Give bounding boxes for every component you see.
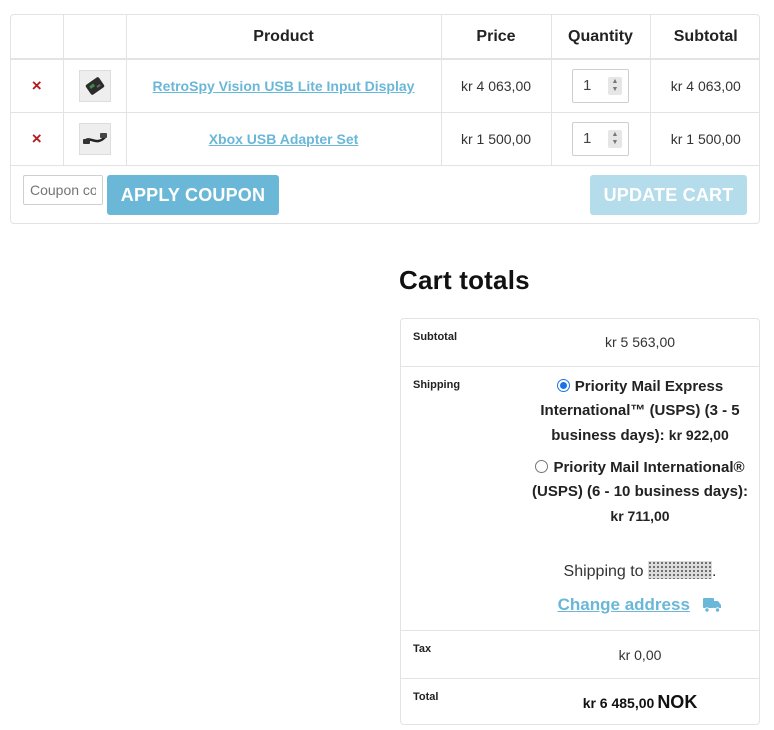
update-cart-button[interactable]: UPDATE CART xyxy=(590,175,747,215)
subtotal-label: Subtotal xyxy=(413,331,457,343)
col-header-quantity: Quantity xyxy=(551,15,651,60)
cart-totals-table: Subtotal kr 5 563,00 Shipping Priority M… xyxy=(400,318,760,725)
product-link[interactable]: RetroSpy Vision USB Lite Input Display xyxy=(153,78,415,94)
quantity-value: 1 xyxy=(583,77,592,95)
change-address-link[interactable]: Change address xyxy=(558,595,690,614)
tax-row: Tax kr 0,00 xyxy=(401,631,759,679)
shipping-destination: Shipping to . xyxy=(531,561,749,581)
thumbnail-cell xyxy=(63,112,127,166)
total-value-container: kr 6 485,00 NOK xyxy=(521,692,759,713)
cart-item-row: × RetroSpy Vision USB Lite Input Display… xyxy=(11,59,759,113)
product-name-cell: Xbox USB Adapter Set xyxy=(126,112,442,166)
item-subtotal: kr 1 500,00 xyxy=(650,112,759,166)
cart-header-row: Product Price Quantity Subtotal xyxy=(11,15,759,60)
shipping-radio-express[interactable] xyxy=(556,379,570,392)
total-currency: NOK xyxy=(657,692,698,712)
remove-item-button[interactable]: × xyxy=(32,76,42,96)
product-thumbnail[interactable] xyxy=(78,69,111,102)
quantity-stepper[interactable]: 1 ▲ ▼ xyxy=(572,121,629,156)
product-name-cell: RetroSpy Vision USB Lite Input Display xyxy=(126,59,442,113)
tax-label: Tax xyxy=(413,643,432,655)
col-header-subtotal: Subtotal xyxy=(650,15,759,60)
spinner-arrows-icon[interactable]: ▲ ▼ xyxy=(608,129,622,148)
shipping-option-priority-price: kr 711,00 xyxy=(610,508,670,524)
product-thumbnail[interactable] xyxy=(78,122,111,155)
quantity-cell: 1 ▲ ▼ xyxy=(551,112,651,166)
apply-coupon-button[interactable]: APPLY COUPON xyxy=(107,175,279,215)
shipping-to-end: . xyxy=(712,563,717,580)
shipping-label: Shipping xyxy=(413,379,461,391)
change-address-container: Change address xyxy=(531,595,749,618)
cart-table: Product Price Quantity Subtotal × RetroS… xyxy=(11,15,759,166)
shipping-radio-priority[interactable] xyxy=(535,460,549,473)
total-value: kr 6 485,00 xyxy=(582,695,655,711)
remove-cell: × xyxy=(11,112,64,166)
retrospy-device-image xyxy=(79,70,110,101)
shipping-option-priority-label: Priority Mail International® (USPS) (6 -… xyxy=(532,459,748,500)
truck-icon xyxy=(702,596,722,618)
subtotal-row: Subtotal kr 5 563,00 xyxy=(401,319,759,367)
cart-actions-row: APPLY COUPON UPDATE CART xyxy=(11,166,759,223)
coupon-code-input[interactable] xyxy=(23,175,103,205)
shipping-to-label: Shipping to xyxy=(563,563,644,580)
product-link[interactable]: Xbox USB Adapter Set xyxy=(209,131,359,147)
subtotal-value: kr 5 563,00 xyxy=(604,334,676,350)
cart-item-row: × Xbox USB Adapter Set kr 1 500,00 1 ▲ ▼… xyxy=(11,112,759,166)
remove-item-button[interactable]: × xyxy=(32,129,42,149)
shipping-option-priority[interactable]: Priority Mail International® (USPS) (6 -… xyxy=(531,456,749,529)
col-header-remove xyxy=(11,15,64,60)
tax-value: kr 0,00 xyxy=(618,647,662,663)
col-header-product: Product xyxy=(126,15,442,60)
spinner-arrows-icon[interactable]: ▲ ▼ xyxy=(608,76,622,95)
quantity-stepper[interactable]: 1 ▲ ▼ xyxy=(572,68,629,103)
total-label: Total xyxy=(413,691,439,703)
shipping-row: Shipping Priority Mail Express Internati… xyxy=(401,367,759,631)
quantity-cell: 1 ▲ ▼ xyxy=(551,59,651,113)
item-subtotal: kr 4 063,00 xyxy=(650,59,759,113)
cart-table-container: Product Price Quantity Subtotal × RetroS… xyxy=(10,14,760,224)
usb-adapter-image xyxy=(79,123,110,154)
col-header-thumbnail xyxy=(63,15,127,60)
shipping-option-express-price: kr 922,00 xyxy=(668,427,729,443)
shipping-option-express[interactable]: Priority Mail Express International™ (US… xyxy=(531,375,749,448)
item-price: kr 1 500,00 xyxy=(441,112,552,166)
thumbnail-cell xyxy=(63,59,127,113)
total-row: Total kr 6 485,00 NOK xyxy=(401,679,759,725)
col-header-price: Price xyxy=(441,15,552,60)
remove-cell: × xyxy=(11,59,64,113)
redacted-address xyxy=(648,561,713,579)
quantity-value: 1 xyxy=(583,130,592,147)
item-price: kr 4 063,00 xyxy=(441,59,552,113)
cart-totals-heading: Cart totals xyxy=(399,265,530,295)
